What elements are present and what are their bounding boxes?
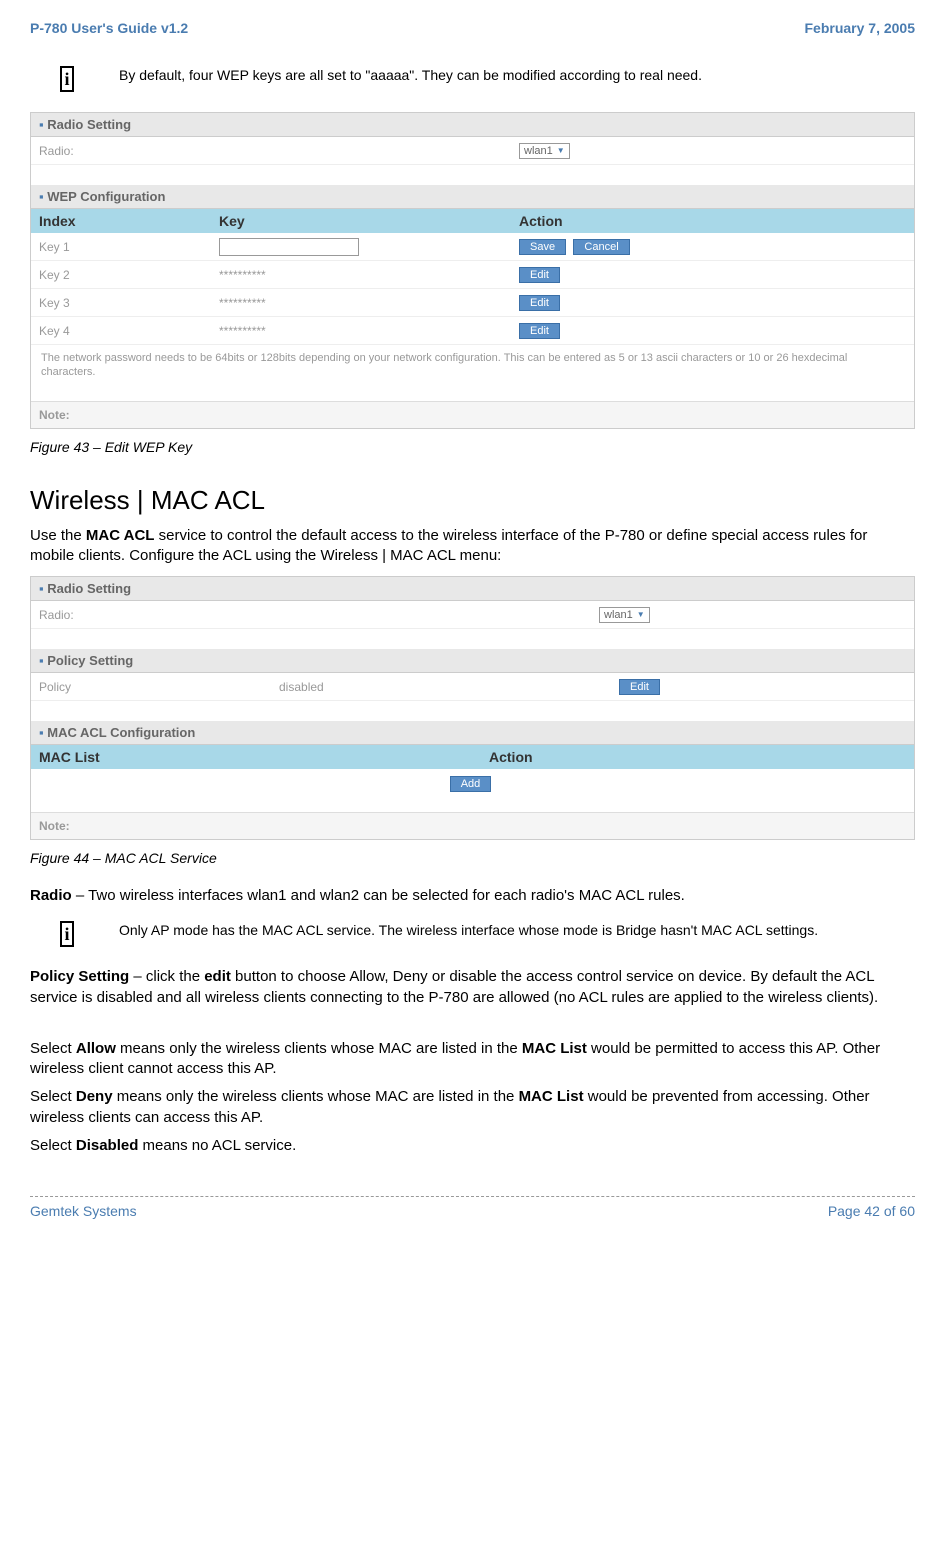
wep-key-row: Key 1 Save Cancel [31, 233, 914, 261]
cancel-button[interactable]: Cancel [573, 239, 629, 255]
key-label: Key 2 [39, 268, 219, 282]
note-text: By default, four WEP keys are all set to… [119, 66, 702, 86]
radio-setting-header: Radio Setting [31, 113, 914, 137]
radio-setting-header: Radio Setting [31, 577, 914, 601]
page-header: P-780 User's Guide v1.2 February 7, 2005 [30, 20, 915, 36]
col-action: Action [489, 749, 906, 765]
note-label: Note: [31, 401, 914, 428]
key-input[interactable] [219, 238, 359, 256]
radio-label: Radio: [39, 608, 599, 622]
save-button[interactable]: Save [519, 239, 566, 255]
radio-row: Radio: wlan1 [31, 601, 914, 629]
policy-description: Policy Setting – click the edit button t… [30, 967, 915, 1008]
mac-acl-config-header: MAC ACL Configuration [31, 721, 914, 745]
edit-button[interactable]: Edit [519, 295, 560, 311]
figure-44-caption: Figure 44 – MAC ACL Service [30, 850, 915, 866]
key-label: Key 1 [39, 240, 219, 254]
section-heading: Wireless | MAC ACL [30, 485, 915, 516]
info-note-wep: i By default, four WEP keys are all set … [60, 66, 915, 92]
deny-description: Select Deny means only the wireless clie… [30, 1087, 915, 1128]
page-footer: Gemtek Systems Page 42 of 60 [30, 1196, 915, 1219]
radio-label: Radio: [39, 144, 219, 158]
key-label: Key 4 [39, 324, 219, 338]
intro-text: Use the MAC ACL service to control the d… [30, 526, 915, 567]
radio-select[interactable]: wlan1 [519, 143, 570, 159]
info-icon: i [60, 66, 74, 92]
key-value: ********** [219, 296, 519, 310]
policy-row: Policy disabled Edit [31, 673, 914, 701]
key-label: Key 3 [39, 296, 219, 310]
add-button[interactable]: Add [450, 776, 492, 792]
policy-label: Policy [39, 680, 279, 694]
edit-button[interactable]: Edit [519, 267, 560, 283]
add-row: Add [31, 769, 914, 797]
mac-acl-panel: Radio Setting Radio: wlan1 Policy Settin… [30, 576, 915, 840]
guide-title: P-780 User's Guide v1.2 [30, 20, 188, 36]
note-label: Note: [31, 812, 914, 839]
figure-43-caption: Figure 43 – Edit WEP Key [30, 439, 915, 455]
footer-page: Page 42 of 60 [828, 1203, 915, 1219]
footer-company: Gemtek Systems [30, 1203, 137, 1219]
radio-description: Radio – Two wireless interfaces wlan1 an… [30, 886, 915, 906]
allow-description: Select Allow means only the wireless cli… [30, 1039, 915, 1080]
edit-button[interactable]: Edit [619, 679, 660, 695]
wep-config-header: WEP Configuration [31, 185, 914, 209]
policy-setting-header: Policy Setting [31, 649, 914, 673]
note-text: Only AP mode has the MAC ACL service. Th… [119, 921, 818, 941]
radio-select[interactable]: wlan1 [599, 607, 650, 623]
policy-value: disabled [279, 680, 619, 694]
radio-row: Radio: wlan1 [31, 137, 914, 165]
info-note-acl: i Only AP mode has the MAC ACL service. … [60, 921, 915, 947]
disabled-description: Select Disabled means no ACL service. [30, 1136, 915, 1156]
col-maclist: MAC List [39, 749, 489, 765]
edit-button[interactable]: Edit [519, 323, 560, 339]
wep-key-row: Key 2 ********** Edit [31, 261, 914, 289]
wep-footnote: The network password needs to be 64bits … [31, 345, 914, 386]
wep-config-panel: Radio Setting Radio: wlan1 WEP Configura… [30, 112, 915, 429]
guide-date: February 7, 2005 [804, 20, 915, 36]
macl-table-header: MAC List Action [31, 745, 914, 769]
col-index: Index [39, 213, 219, 229]
wep-key-row: Key 4 ********** Edit [31, 317, 914, 345]
col-key: Key [219, 213, 519, 229]
wep-key-row: Key 3 ********** Edit [31, 289, 914, 317]
wep-table-header: Index Key Action [31, 209, 914, 233]
key-value: ********** [219, 324, 519, 338]
info-icon: i [60, 921, 74, 947]
key-value: ********** [219, 268, 519, 282]
col-action: Action [519, 213, 906, 229]
